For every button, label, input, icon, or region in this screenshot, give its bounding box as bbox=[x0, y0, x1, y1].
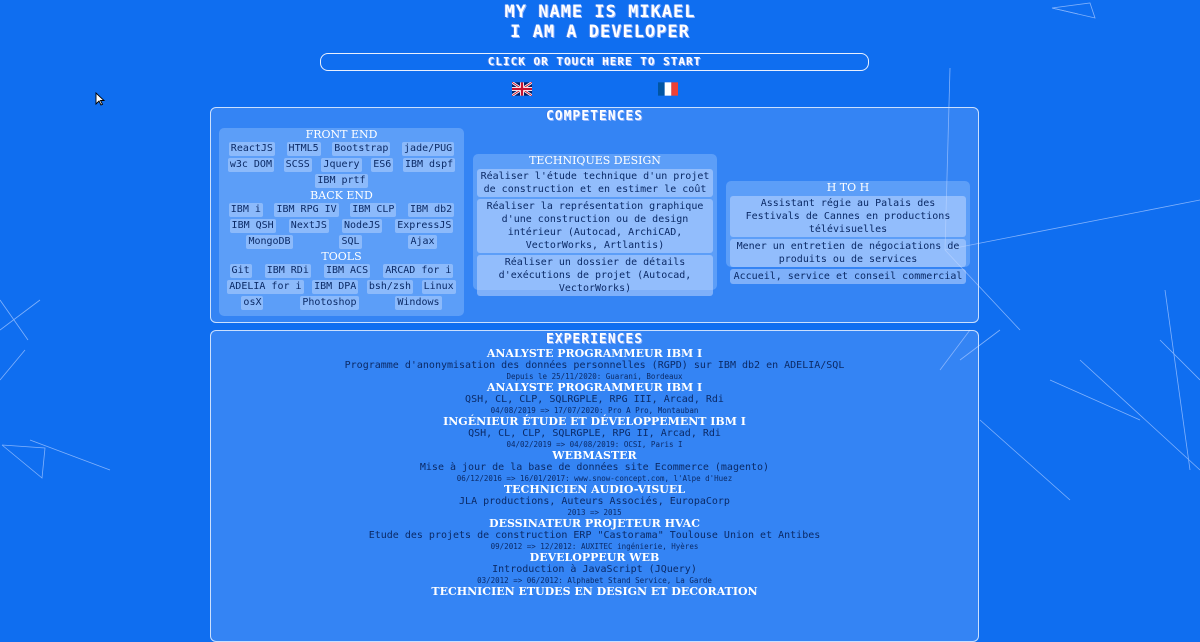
skill-chip: MongoDB bbox=[246, 235, 293, 249]
skill-chip: bsh/zsh bbox=[366, 280, 413, 294]
skill-chip: NodeJS bbox=[342, 219, 383, 233]
competences-panel: COMPETENCES FRONT END ReactJS HTML5 Bootst… bbox=[210, 107, 979, 323]
experience-title: TECHNICIEN AUDIO-VISUEL bbox=[504, 483, 685, 496]
experience-meta: 04/02/2019 => 04/08/2019: OCSI, Paris I bbox=[506, 440, 683, 449]
experience-description: Mise à jour de la base de données site E… bbox=[419, 462, 770, 473]
experience-description: Etude des projets de construction ERP "C… bbox=[368, 530, 821, 541]
france-flag-icon[interactable] bbox=[658, 82, 678, 96]
experience-title: INGÉNIEUR ÉTUDE ET DÉVELOPPEMENT IBM I bbox=[443, 415, 746, 428]
skill-chip: Jquery bbox=[321, 158, 362, 172]
experience-title: ANALYSTE PROGRAMMEUR IBM I bbox=[486, 381, 703, 394]
skill-chip: ARCAD for i bbox=[383, 264, 454, 278]
experience-meta: Depuis le 25/11/2020: Guarani, Bordeaux bbox=[506, 372, 683, 381]
skill-chip: Linux bbox=[421, 280, 456, 294]
skill-chip: Git bbox=[229, 264, 252, 278]
back-end-title: BACK END bbox=[310, 189, 373, 202]
start-button[interactable]: CLICK OR TOUCH HERE TO START bbox=[320, 53, 869, 71]
front-end-list: ReactJS HTML5 Bootstrap jade/PUG w3c DOM SCSS… bbox=[219, 141, 464, 189]
skill-chip: ExpressJS bbox=[395, 219, 454, 233]
experiences-list: ANALYSTE PROGRAMMEUR IBM I Programme d'an… bbox=[211, 347, 978, 598]
skill-chip: ReactJS bbox=[228, 142, 275, 156]
h-to-h-box: H TO H Assistant régie au Palais des Fes… bbox=[726, 181, 970, 284]
skill-chip: osX bbox=[241, 296, 264, 310]
intro-name: MY NAME IS MIKAEL bbox=[504, 2, 696, 22]
experience-item: TECHNICIEN AUDIO-VISUEL JLA productions, … bbox=[211, 483, 978, 517]
skill-chip: IBM db2 bbox=[408, 203, 455, 217]
experience-description: QSH, CL, CLP, SQLRGPLE, RPG III, Arcad, … bbox=[465, 394, 724, 405]
experience-title: WEBMASTER bbox=[552, 449, 637, 462]
header: MY NAME IS MIKAEL I AM A DEVELOPER bbox=[0, 2, 1200, 42]
skill-chip: Ajax bbox=[408, 235, 437, 249]
experience-item: INGÉNIEUR ÉTUDE ET DÉVELOPPEMENT IBM I QS… bbox=[211, 415, 978, 449]
experience-title: DEVELOPPEUR WEB bbox=[529, 551, 660, 564]
skill-chip: w3c DOM bbox=[227, 158, 274, 172]
skill-chip: IBM RPG IV bbox=[274, 203, 339, 217]
skill-chip: NextJS bbox=[288, 219, 329, 233]
skill-chip: ES6 bbox=[371, 158, 394, 172]
skill-chip: SQL bbox=[339, 235, 362, 249]
back-end-list: IBM i IBM RPG IV IBM CLP IBM db2 IBM QSH Next… bbox=[219, 202, 464, 250]
skill-chip: Photoshop bbox=[300, 296, 359, 310]
experience-item: ANALYSTE PROGRAMMEUR IBM I QSH, CL, CLP, … bbox=[211, 381, 978, 415]
experience-meta: 03/2012 => 06/2012: Alphabet Stand Servi… bbox=[477, 576, 712, 585]
skill-chip: SCSS bbox=[283, 158, 312, 172]
hth-item: Accueil, service et conseil commercial bbox=[730, 269, 966, 284]
techniques-design-title: TECHNIQUES DESIGN bbox=[529, 154, 661, 167]
tools-title: TOOLS bbox=[321, 250, 362, 263]
techniques-design-box: TECHNIQUES DESIGN Réaliser l'étude techn… bbox=[473, 154, 717, 296]
skill-chip: IBM DPA bbox=[312, 280, 359, 294]
experience-meta: 09/2012 => 12/2012: AUXITEC ingénierie, … bbox=[490, 542, 699, 551]
experience-item: ANALYSTE PROGRAMMEUR IBM I Programme d'an… bbox=[211, 347, 978, 381]
skill-chip: Windows bbox=[395, 296, 442, 310]
skill-chip: IBM i bbox=[228, 203, 263, 217]
experience-title: TECHNICIEN ETUDES EN DESIGN ET DECORATIO… bbox=[431, 585, 758, 598]
experience-item: DEVELOPPEUR WEB Introduction à JavaScript… bbox=[211, 551, 978, 585]
h-to-h-title: H TO H bbox=[826, 181, 870, 194]
mouse-cursor-icon bbox=[95, 92, 105, 106]
technique-item: Réaliser la représentation graphique d'u… bbox=[477, 199, 713, 253]
experience-item: TECHNICIEN ETUDES EN DESIGN ET DECORATIO… bbox=[211, 585, 978, 598]
experience-description: QSH, CL, CLP, SQLRGPLE, RPG II, Arcad, R… bbox=[468, 428, 721, 439]
tech-skills-box: FRONT END ReactJS HTML5 Bootstrap jade/PUG w… bbox=[219, 128, 464, 316]
skill-chip: jade/PUG bbox=[402, 142, 455, 156]
experience-title: DESSINATEUR PROJETEUR HVAC bbox=[489, 517, 700, 530]
skill-chip: IBM CLP bbox=[350, 203, 397, 217]
competences-title: COMPETENCES bbox=[545, 109, 644, 124]
experience-title: ANALYSTE PROGRAMMEUR IBM I bbox=[486, 347, 703, 360]
experiences-panel: EXPERIENCES ANALYSTE PROGRAMMEUR IBM I Pr… bbox=[210, 330, 979, 642]
skill-chip: IBM QSH bbox=[229, 219, 276, 233]
skill-chip: IBM prtf bbox=[315, 174, 368, 188]
skill-chip: IBM dspf bbox=[402, 158, 456, 172]
experience-meta: 04/08/2019 => 17/07/2020: Pro A Pro, Mon… bbox=[490, 406, 699, 415]
experience-item: WEBMASTER Mise à jour de la base de donné… bbox=[211, 449, 978, 483]
skill-chip: IBM ACS bbox=[323, 264, 371, 278]
tools-list: Git IBM RDi IBM ACS ARCAD for i ADELIA for i… bbox=[219, 263, 464, 311]
hth-item: Mener un entretien de négociations de pr… bbox=[730, 239, 966, 267]
hth-item: Assistant régie au Palais des Festivals … bbox=[730, 196, 966, 237]
experience-description: Programme d'anonymisation des données pe… bbox=[344, 360, 845, 371]
skill-chip: ADELIA for i bbox=[227, 280, 304, 294]
experience-item: DESSINATEUR PROJETEUR HVAC Etude des proj… bbox=[211, 517, 978, 551]
technique-item: Réaliser un dossier de détails d'exécuti… bbox=[477, 255, 713, 296]
experience-meta: 06/12/2016 => 16/01/2017: www.snow-conce… bbox=[456, 474, 733, 483]
skill-chip: Bootstrap bbox=[332, 142, 391, 156]
technique-item: Réaliser l'étude technique d'un projet d… bbox=[477, 169, 713, 197]
experience-description: JLA productions, Auteurs Associés, Europ… bbox=[459, 496, 730, 507]
skill-chip: HTML5 bbox=[286, 142, 321, 156]
experience-description: Introduction à JavaScript (JQuery) bbox=[492, 564, 697, 575]
intro-role: I AM A DEVELOPER bbox=[510, 22, 690, 42]
front-end-title: FRONT END bbox=[305, 128, 378, 141]
skill-chip: IBM RDi bbox=[264, 264, 311, 278]
experiences-title: EXPERIENCES bbox=[545, 332, 644, 347]
uk-flag-icon[interactable] bbox=[512, 82, 532, 96]
experience-meta: 2013 => 2015 bbox=[567, 508, 622, 517]
